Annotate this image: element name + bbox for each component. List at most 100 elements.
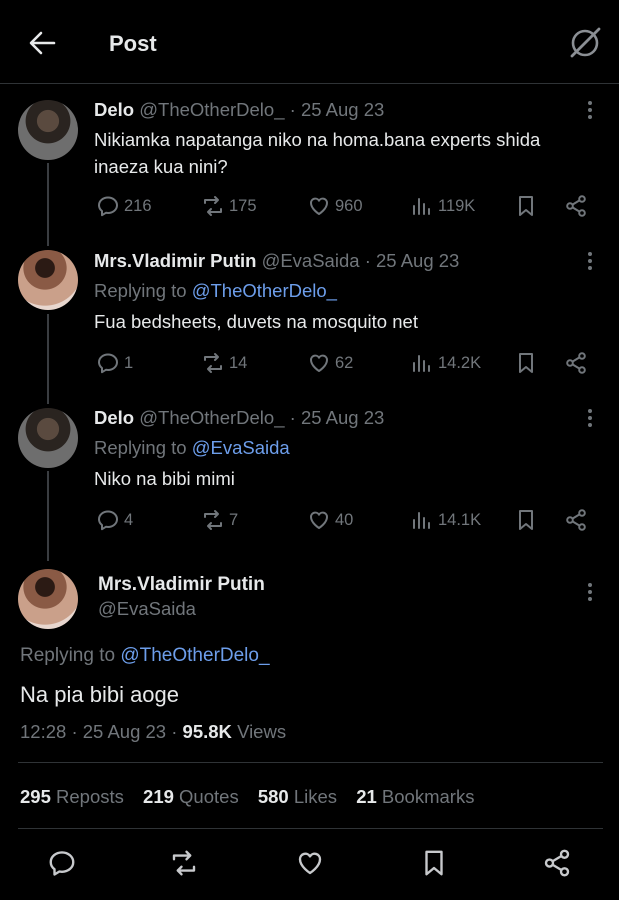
divider: [18, 828, 603, 829]
views-button[interactable]: 14.1K: [410, 506, 481, 534]
like-count: 62: [335, 353, 354, 372]
separator: ·: [289, 99, 296, 120]
bookmark-icon: [514, 351, 538, 375]
heart-icon[interactable]: [295, 848, 325, 878]
bookmark-icon: [514, 508, 538, 532]
avatar[interactable]: [18, 569, 78, 629]
reply-button[interactable]: 4: [96, 506, 133, 534]
separator: ·: [289, 407, 296, 428]
reply-button[interactable]: 216: [96, 192, 152, 220]
heart-icon: [307, 194, 331, 218]
repost-button[interactable]: 175: [201, 192, 257, 220]
share-icon: [564, 508, 588, 532]
display-name[interactable]: Delo: [94, 99, 134, 120]
heart-icon: [307, 351, 331, 375]
repost-icon[interactable]: [169, 848, 199, 878]
display-name[interactable]: Mrs.Vladimir Putin: [94, 250, 256, 271]
share-icon[interactable]: [542, 848, 572, 878]
date[interactable]: 25 Aug 23: [301, 407, 384, 428]
bookmark-button[interactable]: [514, 349, 542, 377]
reply-button[interactable]: 1: [96, 349, 133, 377]
views-count: 95.8K: [182, 721, 232, 742]
like-count: 40: [335, 510, 354, 529]
stat-count: 21: [356, 786, 377, 807]
replying-to-link[interactable]: @TheOtherDelo_: [120, 645, 269, 666]
handle[interactable]: @EvaSaida: [262, 250, 360, 271]
like-button[interactable]: 62: [307, 349, 353, 377]
repost-icon: [201, 508, 225, 532]
separator: ·: [71, 721, 78, 742]
tweet-text: Na pia bibi aoge: [20, 682, 180, 707]
like-count: 960: [335, 196, 363, 215]
avatar[interactable]: [18, 250, 78, 310]
repost-icon: [201, 351, 225, 375]
repost-count: 14: [229, 353, 248, 372]
repost-count: 175: [229, 196, 257, 215]
stat-count: 580: [257, 786, 289, 807]
reply-count: 1: [124, 353, 134, 372]
bookmark-button[interactable]: [514, 506, 542, 534]
replying-to-link[interactable]: @EvaSaida: [192, 437, 290, 458]
handle[interactable]: @EvaSaida: [98, 598, 196, 620]
replying-to-label: Replying to: [20, 645, 116, 666]
main-action-bar: [0, 848, 619, 882]
reply-icon: [96, 508, 120, 532]
share-button[interactable]: [564, 192, 592, 220]
bookmark-icon[interactable]: [419, 848, 449, 878]
views-count: 14.2K: [438, 353, 482, 372]
reply-icon[interactable]: [47, 848, 77, 878]
more-options-icon[interactable]: [586, 101, 594, 121]
share-button[interactable]: [564, 349, 592, 377]
date[interactable]: 25 Aug 23: [376, 250, 459, 271]
views-button[interactable]: 119K: [410, 192, 475, 220]
repost-button[interactable]: 7: [201, 506, 238, 534]
analytics-icon: [410, 194, 434, 218]
reply-icon: [96, 194, 120, 218]
handle[interactable]: @TheOtherDelo_: [139, 99, 284, 120]
replying-to: Replying to @EvaSaida: [94, 437, 290, 459]
more-options-icon[interactable]: [586, 252, 594, 272]
action-bar: 4 7 40 14.1K: [0, 506, 619, 534]
grok-icon[interactable]: [568, 26, 602, 60]
bookmark-button[interactable]: [514, 192, 542, 220]
share-icon: [564, 194, 588, 218]
reply-icon: [96, 351, 120, 375]
likes-stat[interactable]: 580 Likes: [258, 786, 337, 807]
more-options-icon[interactable]: [586, 583, 594, 603]
quotes-stat[interactable]: 219 Quotes: [143, 786, 239, 807]
more-options-icon[interactable]: [586, 409, 594, 429]
bookmark-icon: [514, 194, 538, 218]
separator: ·: [171, 721, 178, 742]
display-name[interactable]: Mrs.Vladimir Putin: [98, 574, 265, 596]
action-bar: 216 175 960 119K: [0, 192, 619, 220]
reply-count: 4: [124, 510, 134, 529]
post-time[interactable]: 12:28: [20, 721, 66, 742]
share-button[interactable]: [564, 506, 592, 534]
analytics-icon: [410, 508, 434, 532]
replying-to-link[interactable]: @TheOtherDelo_: [192, 280, 337, 301]
tweet-text: Nikiamka napatanga niko na homa.bana exp…: [94, 129, 541, 177]
bookmarks-stat[interactable]: 21 Bookmarks: [356, 786, 474, 807]
post-date[interactable]: 25 Aug 23: [83, 721, 166, 742]
stat-label: Quotes: [179, 786, 239, 807]
like-button[interactable]: 40: [307, 506, 353, 534]
separator: ·: [364, 250, 371, 271]
date[interactable]: 25 Aug 23: [301, 99, 384, 120]
stat-label: Bookmarks: [381, 786, 475, 807]
avatar[interactable]: [18, 100, 78, 160]
like-button[interactable]: 960: [307, 192, 363, 220]
avatar[interactable]: [18, 408, 78, 468]
engagement-stats: 295 Reposts 219 Quotes 580 Likes 21 Book…: [20, 786, 488, 808]
display-name[interactable]: Delo: [94, 407, 134, 428]
views-button[interactable]: 14.2K: [410, 349, 481, 377]
repost-button[interactable]: 14: [201, 349, 247, 377]
reposts-stat[interactable]: 295 Reposts: [20, 786, 124, 807]
handle[interactable]: @TheOtherDelo_: [139, 407, 284, 428]
back-arrow-icon[interactable]: [28, 30, 56, 56]
stat-label: Reposts: [56, 786, 124, 807]
page-title: Post: [109, 31, 157, 56]
repost-icon: [201, 194, 225, 218]
top-bar: Post: [0, 0, 619, 84]
replying-to-label: Replying to: [94, 280, 187, 301]
reply-count: 216: [124, 196, 152, 215]
